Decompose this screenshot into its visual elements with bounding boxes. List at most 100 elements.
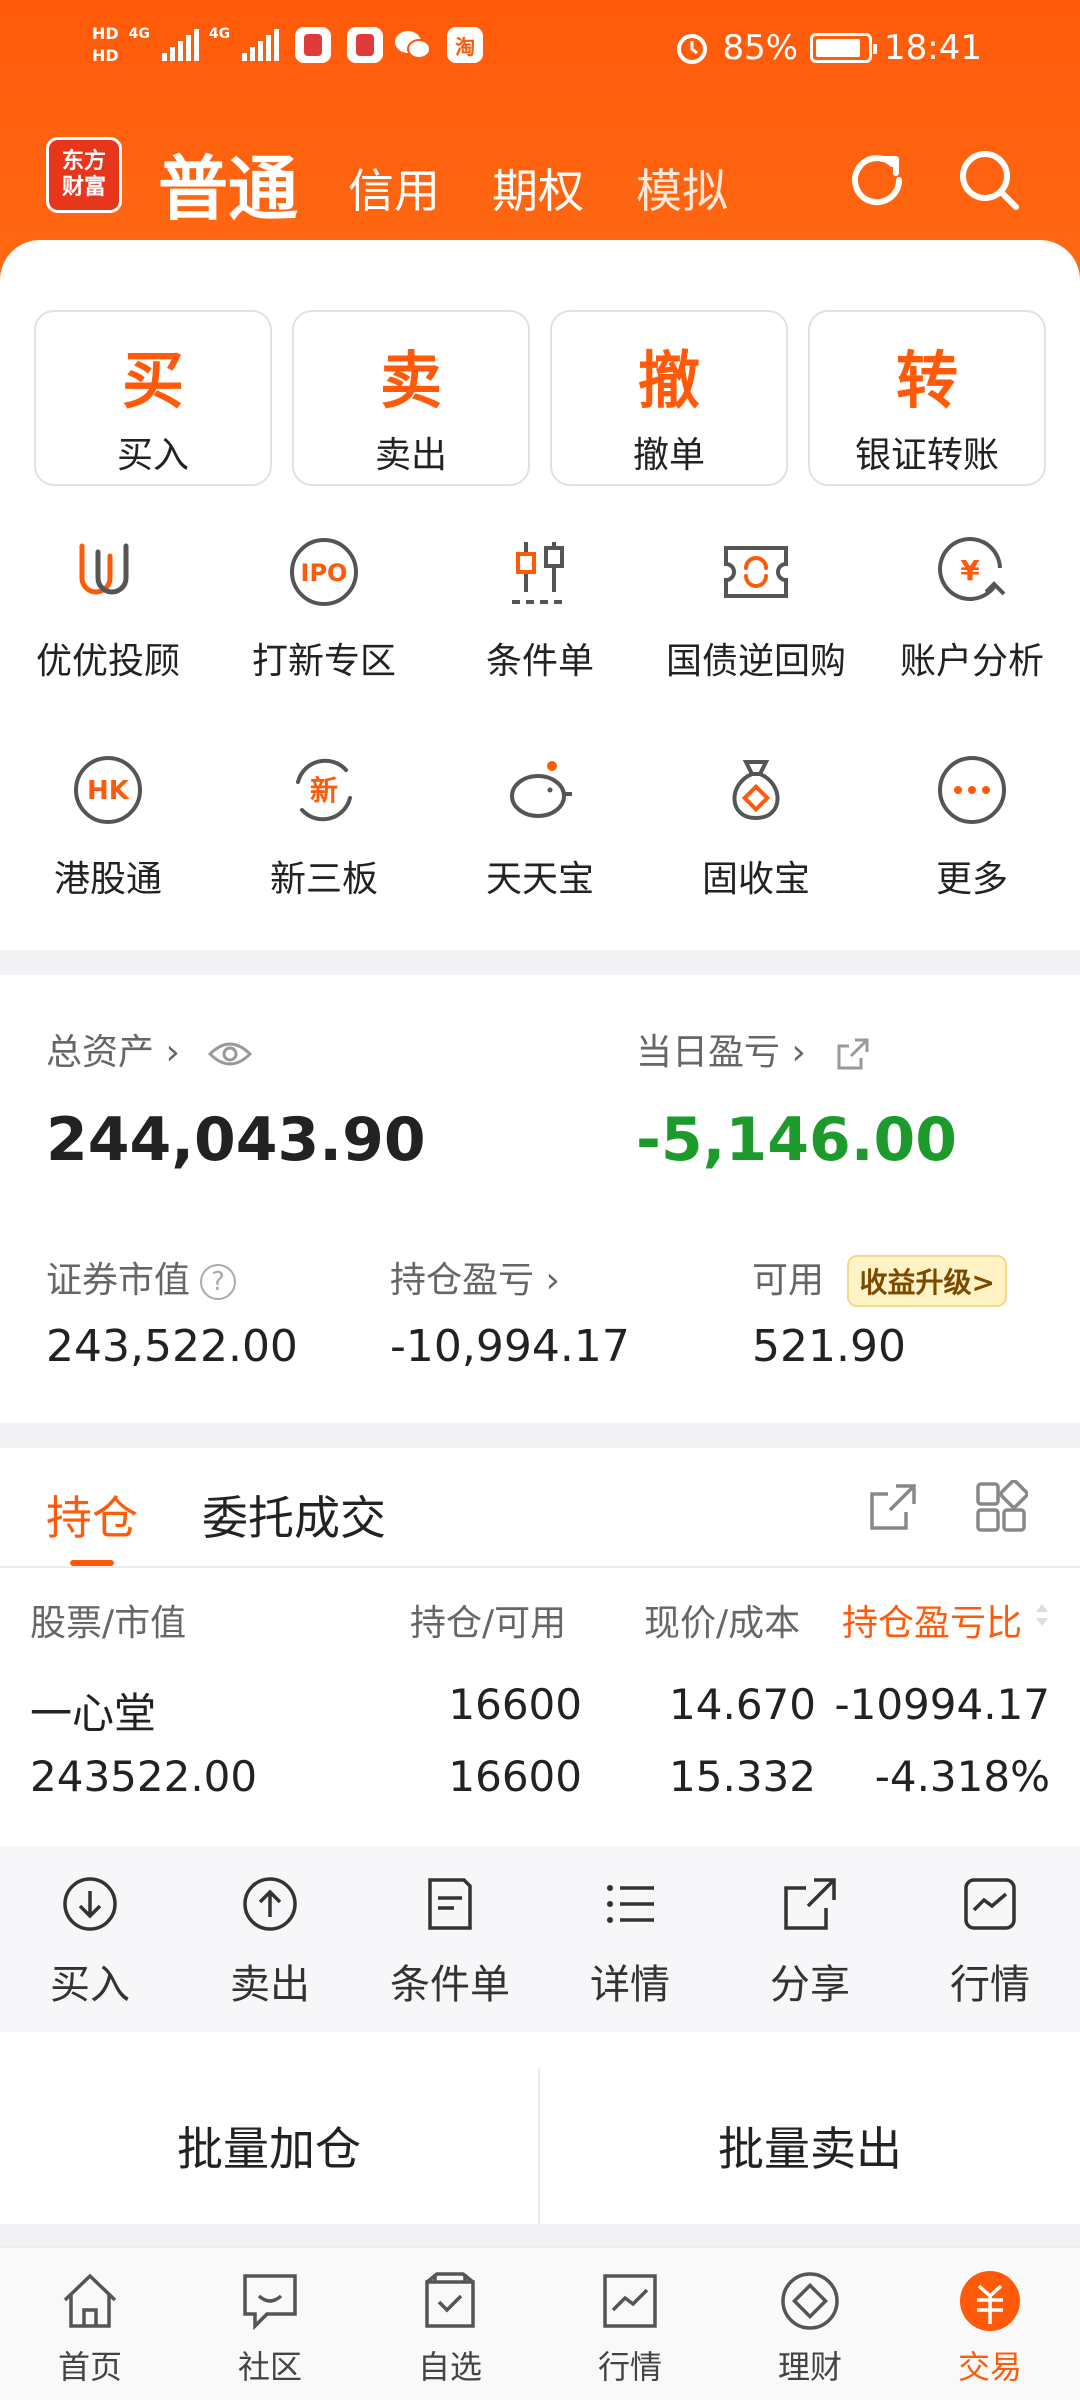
- row-share-button[interactable]: 分享: [720, 1846, 900, 2032]
- feature-hk-connect[interactable]: HK 港股通: [0, 748, 216, 966]
- nav-home-label: 首页: [57, 2348, 122, 2386]
- piggy-bank-icon: [510, 761, 572, 818]
- available-value: 521.90: [752, 1321, 906, 1372]
- upgrade-badge[interactable]: 收益升级>: [847, 1255, 1007, 1307]
- col-pl-ratio[interactable]: 持仓盈亏比: [842, 1594, 1052, 1646]
- available-label: 可用: [752, 1260, 825, 1301]
- row-conditional-button[interactable]: 条件单: [360, 1846, 540, 2032]
- feature-grid: 优优投顾 IPO 打新专区 条件单 国债逆回购 ¥ 账户分析 HK 港股通 新 …: [0, 530, 1080, 966]
- feature-guoshoubao[interactable]: 固收宝: [648, 748, 864, 966]
- quick-transfer-button[interactable]: 转银证转账: [808, 310, 1046, 486]
- feature-new-board[interactable]: 新 新三板: [216, 748, 432, 966]
- tab-simulation[interactable]: 模拟: [636, 155, 728, 221]
- market-value-label: 证券市值: [46, 1260, 191, 1301]
- feature-label: 条件单: [485, 641, 594, 682]
- external-link-icon[interactable]: [866, 1480, 920, 1534]
- row-quote-label: 行情: [950, 1962, 1030, 2008]
- feature-repo[interactable]: 国债逆回购: [648, 530, 864, 748]
- nav-trade-label: 交易: [957, 2348, 1022, 2386]
- app-notification-icon: [347, 27, 384, 63]
- nav-wealth[interactable]: 理财: [720, 2248, 900, 2400]
- wechat-icon: [395, 31, 432, 59]
- nav-trade[interactable]: 交易: [900, 2248, 1080, 2400]
- eye-icon[interactable]: [207, 1039, 253, 1069]
- help-icon[interactable]: ?: [200, 1264, 237, 1300]
- network1-label: 4G: [128, 26, 150, 42]
- batch-actions: 批量加仓 批量卖出: [0, 2068, 1080, 2224]
- quick-sell-label: 卖出: [374, 435, 447, 476]
- quick-buy-label: 买入: [116, 435, 189, 476]
- chevron-right-icon: ›: [791, 1032, 806, 1073]
- stock-name: 一心堂: [30, 1689, 157, 1738]
- quick-buy-button[interactable]: 买买入: [34, 310, 272, 486]
- batch-sell-button[interactable]: 批量卖出: [540, 2068, 1080, 2224]
- feature-tiantianbao[interactable]: 天天宝: [432, 748, 648, 966]
- feature-label: 更多: [935, 859, 1008, 900]
- top-nav: 东方 财富 普通 信用 期权 模拟: [0, 125, 1080, 235]
- tab-positions[interactable]: 持仓: [46, 1482, 138, 1548]
- svg-text:IPO: IPO: [301, 559, 348, 587]
- position-pl-label: 持仓盈亏: [390, 1260, 535, 1301]
- document-icon: [428, 1878, 472, 1930]
- quick-transfer-glyph: 转: [895, 344, 958, 417]
- market-icon: [603, 2274, 657, 2328]
- row-detail-button[interactable]: 详情: [540, 1846, 720, 2032]
- new-board-icon: 新: [296, 758, 352, 822]
- col-price: 现价/成本: [644, 1603, 801, 1644]
- sort-icon[interactable]: [1032, 1600, 1052, 1630]
- signal1-icon: [161, 29, 199, 61]
- stock-pl-ratio: -4.318%: [874, 1752, 1050, 1801]
- community-icon: [243, 2274, 297, 2331]
- ipo-icon: IPO: [290, 538, 358, 606]
- search-icon[interactable]: [954, 145, 1024, 215]
- quick-sell-glyph: 卖: [379, 344, 442, 417]
- nav-community[interactable]: 社区: [180, 2248, 360, 2400]
- row-buy-button[interactable]: 买入: [0, 1846, 180, 2032]
- nav-market[interactable]: 行情: [540, 2248, 720, 2400]
- nav-wealth-label: 理财: [777, 2348, 842, 2386]
- repo-ticket-icon: [724, 546, 788, 598]
- external-link-icon[interactable]: [833, 1034, 873, 1074]
- daily-pl-link[interactable]: 当日盈亏 ›: [636, 1023, 873, 1075]
- chevron-right-icon: ›: [534, 1260, 560, 1301]
- logo-line1: 东方: [61, 149, 106, 174]
- total-assets-label: 总资产: [46, 1032, 155, 1073]
- quick-cancel-button[interactable]: 撤撤单: [550, 310, 788, 486]
- total-assets-link[interactable]: 总资产 ›: [46, 1023, 253, 1075]
- batch-add-button[interactable]: 批量加仓: [0, 2068, 540, 2224]
- yen-chart-icon: ¥: [938, 537, 1006, 601]
- nav-watchlist[interactable]: 自选: [360, 2248, 540, 2400]
- row-detail-label: 详情: [590, 1962, 670, 2008]
- tab-credit[interactable]: 信用: [348, 155, 440, 221]
- col-position: 持仓/可用: [410, 1603, 567, 1644]
- grid-layout-icon[interactable]: [974, 1480, 1028, 1534]
- row-conditional-label: 条件单: [390, 1962, 510, 2008]
- refresh-icon[interactable]: [842, 145, 912, 215]
- row-quote-button[interactable]: 行情: [900, 1846, 1080, 2032]
- market-value-label-wrap: 证券市值?: [46, 1251, 237, 1303]
- nav-home[interactable]: 首页: [0, 2248, 180, 2400]
- feature-account-analysis[interactable]: ¥ 账户分析: [864, 530, 1080, 748]
- position-pl-link[interactable]: 持仓盈亏 ›: [390, 1251, 560, 1303]
- row-share-label: 分享: [770, 1962, 850, 2008]
- row-sell-button[interactable]: 卖出: [180, 1846, 360, 2032]
- feature-more[interactable]: 更多: [864, 748, 1080, 966]
- stock-pl: -10994.17: [834, 1680, 1050, 1729]
- tab-orders[interactable]: 委托成交: [202, 1482, 386, 1548]
- nav-watchlist-label: 自选: [417, 2348, 482, 2386]
- feature-label: 优优投顾: [35, 641, 180, 682]
- status-bar: HD HD 4G 4G 淘 85% 18:41: [0, 18, 1080, 90]
- app-notification-icon: [295, 27, 332, 63]
- feature-ipo[interactable]: IPO 打新专区: [216, 530, 432, 748]
- quick-sell-button[interactable]: 卖卖出: [292, 310, 530, 486]
- tab-options[interactable]: 期权: [492, 155, 584, 221]
- tab-normal[interactable]: 普通: [158, 133, 298, 234]
- hd2-label: HD: [92, 46, 119, 65]
- quick-actions: 买买入 卖卖出 撤撤单 转银证转账: [34, 310, 1046, 486]
- row-buy-label: 买入: [50, 1962, 130, 2008]
- hd1-label: HD: [92, 24, 119, 43]
- row-sell-label: 卖出: [230, 1962, 310, 2008]
- feature-conditional-order[interactable]: 条件单: [432, 530, 648, 748]
- feature-uu-advisor[interactable]: 优优投顾: [0, 530, 216, 748]
- nav-market-label: 行情: [597, 2348, 662, 2386]
